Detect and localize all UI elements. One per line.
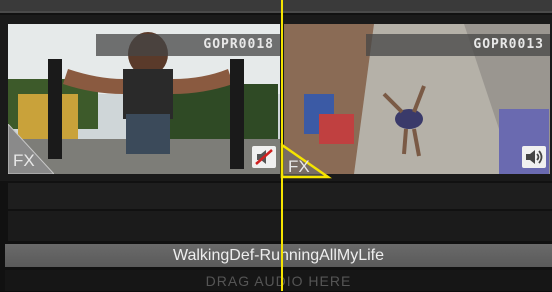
timeline-ruler[interactable] — [0, 0, 552, 13]
video-track: GOPR0018 FX GOPR0013 — [0, 15, 552, 181]
speaker-on-icon[interactable] — [522, 146, 546, 168]
clip-name-label: GOPR0018 — [96, 34, 280, 56]
overlay-track[interactable] — [8, 183, 552, 209]
timeline: GOPR0018 FX GOPR0013 WalkingDef-RunningA… — [0, 0, 552, 291]
speaker-muted-icon[interactable] — [252, 146, 276, 168]
music-track-clip[interactable]: WalkingDef-RunningAllMyLife — [5, 244, 552, 267]
transition-fx-label[interactable]: FX — [288, 157, 310, 177]
audio-drop-zone[interactable]: DRAG AUDIO HERE — [5, 270, 552, 291]
title-track[interactable] — [8, 211, 552, 241]
fx-label[interactable]: FX — [13, 151, 35, 171]
video-clip-gopr0018[interactable]: GOPR0018 FX — [8, 24, 280, 174]
clip-name-label: GOPR0013 — [366, 34, 550, 56]
